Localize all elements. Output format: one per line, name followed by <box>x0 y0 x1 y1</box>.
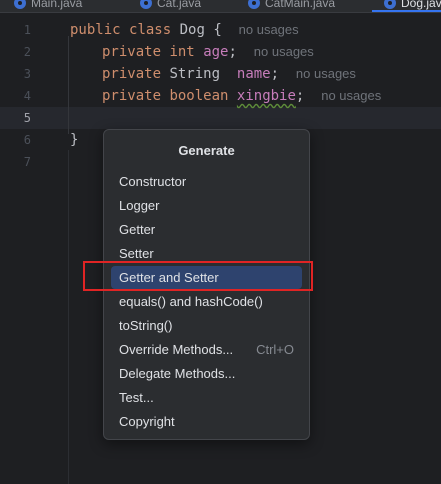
keyword: private <box>102 44 162 60</box>
code-line-3[interactable]: private String name; no usages <box>102 63 356 85</box>
class-name: Dog <box>179 22 205 38</box>
keyword: private <box>102 88 162 104</box>
tab-label: Dog.java <box>401 0 441 10</box>
tab-label: CatMain.java <box>265 0 336 10</box>
usages-hint[interactable]: no usages <box>254 44 314 59</box>
line-number: 1 <box>23 23 31 37</box>
code-line-1[interactable]: public class Dog { no usages <box>70 19 299 41</box>
code-line-4[interactable]: private boolean xingbie; no usages <box>102 85 381 107</box>
usages-hint[interactable]: no usages <box>296 66 356 81</box>
tab-cat-java[interactable]: Cat.java <box>140 0 201 12</box>
menu-item-delegate-methods[interactable]: Delegate Methods... <box>111 362 302 385</box>
type-keyword: boolean <box>169 88 229 104</box>
type-name: String <box>169 66 221 82</box>
field-name: age <box>203 44 229 60</box>
field-name: xingbie <box>236 88 296 104</box>
line-number: 6 <box>23 133 31 147</box>
menu-item-tostring[interactable]: toString() <box>111 314 302 337</box>
tab-label: Main.java <box>31 0 83 10</box>
field-name: name <box>236 66 271 82</box>
menu-item-label: Logger <box>119 198 160 213</box>
indent-guide <box>68 36 69 134</box>
menu-item-label: Delegate Methods... <box>119 366 236 381</box>
code-line-2[interactable]: private int age; no usages <box>102 41 314 63</box>
keyword: class <box>129 22 172 38</box>
semicolon: ; <box>228 44 237 60</box>
menu-item-shortcut: Ctrl+O <box>256 342 294 357</box>
menu-item-constructor[interactable]: Constructor <box>111 170 302 193</box>
menu-item-label: Test... <box>119 390 154 405</box>
usages-hint[interactable]: no usages <box>321 88 381 103</box>
editor-tab-bar: Main.java Cat.java CatMain.java Dog.java <box>0 0 441 13</box>
code-line-6[interactable]: } <box>70 129 78 151</box>
line-number: 4 <box>23 89 31 103</box>
line-number: 3 <box>23 67 31 81</box>
type-keyword: int <box>169 44 195 60</box>
popup-title: Generate <box>178 143 235 158</box>
current-line-highlight <box>0 107 441 129</box>
annotation-highlight-box <box>83 261 313 291</box>
menu-item-label: Override Methods... <box>119 342 234 357</box>
line-number-current: 5 <box>23 111 31 125</box>
tab-catmain-java[interactable]: CatMain.java <box>248 0 335 12</box>
keyword: public <box>70 22 121 38</box>
line-number: 2 <box>23 45 31 59</box>
semicolon: ; <box>270 66 280 82</box>
open-brace: { <box>213 22 222 38</box>
menu-item-test[interactable]: Test... <box>111 386 302 409</box>
usages-hint[interactable]: no usages <box>239 22 299 37</box>
menu-item-getter[interactable]: Getter <box>111 218 302 241</box>
menu-item-label: Copyright <box>119 414 175 429</box>
menu-item-equals-hashcode[interactable]: equals() and hashCode() <box>111 290 302 313</box>
semicolon: ; <box>295 88 305 104</box>
tab-label: Cat.java <box>157 0 202 10</box>
java-class-icon <box>14 0 26 9</box>
indent-guide <box>68 150 69 484</box>
keyword: private <box>102 66 162 82</box>
menu-item-label: Getter <box>119 222 156 237</box>
java-class-icon <box>248 0 260 9</box>
close-brace: } <box>70 132 79 148</box>
line-number: 7 <box>23 155 31 169</box>
menu-item-label: toString() <box>119 318 173 333</box>
menu-item-label: Constructor <box>119 174 187 189</box>
tab-main-java[interactable]: Main.java <box>14 0 82 12</box>
active-tab-indicator <box>372 10 441 12</box>
java-class-icon <box>140 0 152 9</box>
menu-item-copyright[interactable]: Copyright <box>111 410 302 433</box>
menu-item-logger[interactable]: Logger <box>111 194 302 217</box>
java-class-icon <box>384 0 396 9</box>
menu-item-label: equals() and hashCode() <box>119 294 263 309</box>
menu-item-override-methods[interactable]: Override Methods... Ctrl+O <box>111 338 302 361</box>
